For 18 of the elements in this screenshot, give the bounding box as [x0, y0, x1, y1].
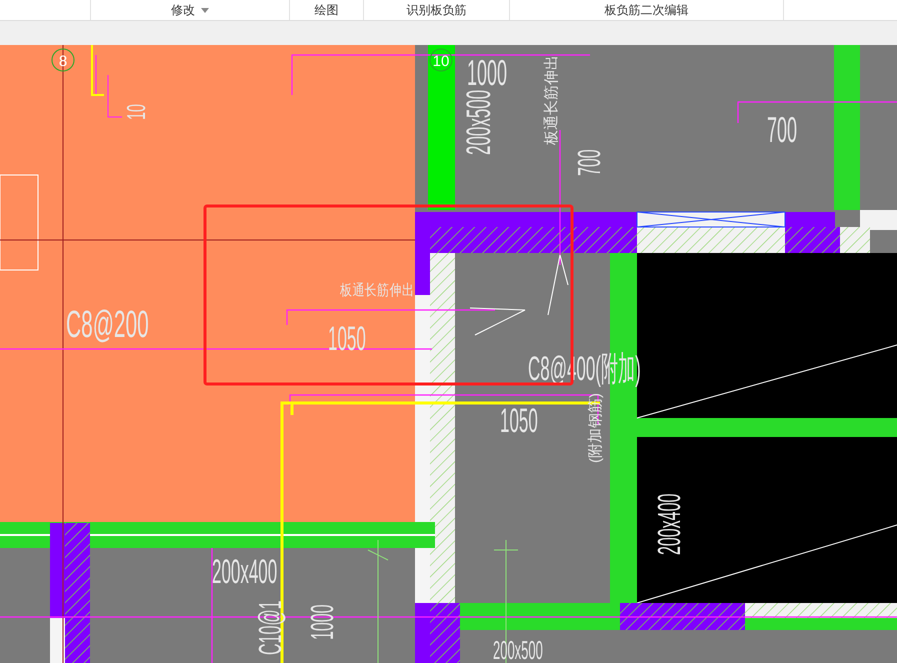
dimension-label: 1050: [500, 402, 538, 440]
dimension-label: 1000: [305, 604, 341, 640]
toolbar-tab[interactable]: 修改: [167, 1, 213, 19]
toolbar-tab[interactable]: 识别板负筋: [402, 1, 470, 19]
dimension-label: 200x400: [652, 494, 688, 555]
dimension-label: 1050: [328, 320, 366, 358]
dimension-label: 10: [122, 104, 152, 120]
dimension-label: (附加钢筋): [587, 393, 604, 463]
dimension-label: 板通长筋伸出: [543, 55, 560, 145]
dimension-label: 700: [767, 110, 798, 151]
dimension-label: C8@200: [66, 304, 149, 346]
toolbar-tab[interactable]: 绘图: [310, 1, 342, 19]
dimension-label: C10@1: [253, 600, 289, 655]
dimension-label: 700: [572, 149, 608, 176]
axis-bubble: 10: [430, 48, 452, 72]
dimension-label: 板通长筋伸出: [340, 282, 414, 298]
dimension-label: 200x400: [212, 552, 278, 591]
toolbar-tab[interactable]: 板负筋二次编辑: [600, 1, 692, 19]
